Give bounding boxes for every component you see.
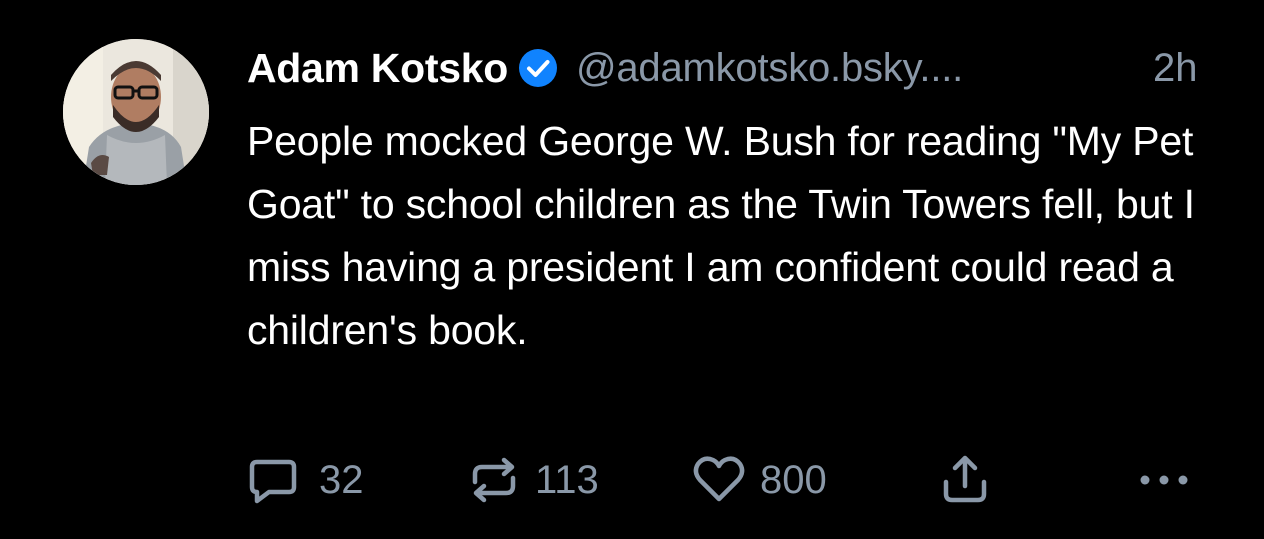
share-icon [937, 452, 993, 508]
like-count: 800 [760, 457, 827, 502]
like-button[interactable]: 800 [690, 450, 827, 510]
repost-count: 113 [535, 457, 599, 502]
share-button[interactable] [937, 450, 993, 510]
author-handle[interactable]: @adamkotsko.bsky.... [576, 46, 963, 91]
reply-button[interactable]: 32 [245, 450, 364, 510]
avatar[interactable] [63, 39, 209, 185]
more-icon [1136, 452, 1192, 508]
post-card[interactable]: Adam Kotsko @adamkotsko.bsky.... 2h Peop… [0, 0, 1264, 539]
repost-icon [465, 452, 523, 508]
post-text: People mocked George W. Bush for reading… [247, 118, 1195, 353]
more-options-button[interactable] [1136, 450, 1192, 510]
post-header: Adam Kotsko @adamkotsko.bsky.... [247, 42, 963, 94]
post-actions: 32 113 800 [0, 450, 1264, 510]
reply-icon [245, 452, 301, 508]
author-name[interactable]: Adam Kotsko [247, 45, 508, 92]
avatar-icon [63, 39, 209, 185]
heart-icon [690, 452, 748, 508]
verified-badge-icon [518, 48, 558, 88]
repost-button[interactable]: 113 [465, 450, 599, 510]
post-timestamp[interactable]: 2h [1153, 42, 1198, 94]
reply-count: 32 [319, 457, 364, 502]
